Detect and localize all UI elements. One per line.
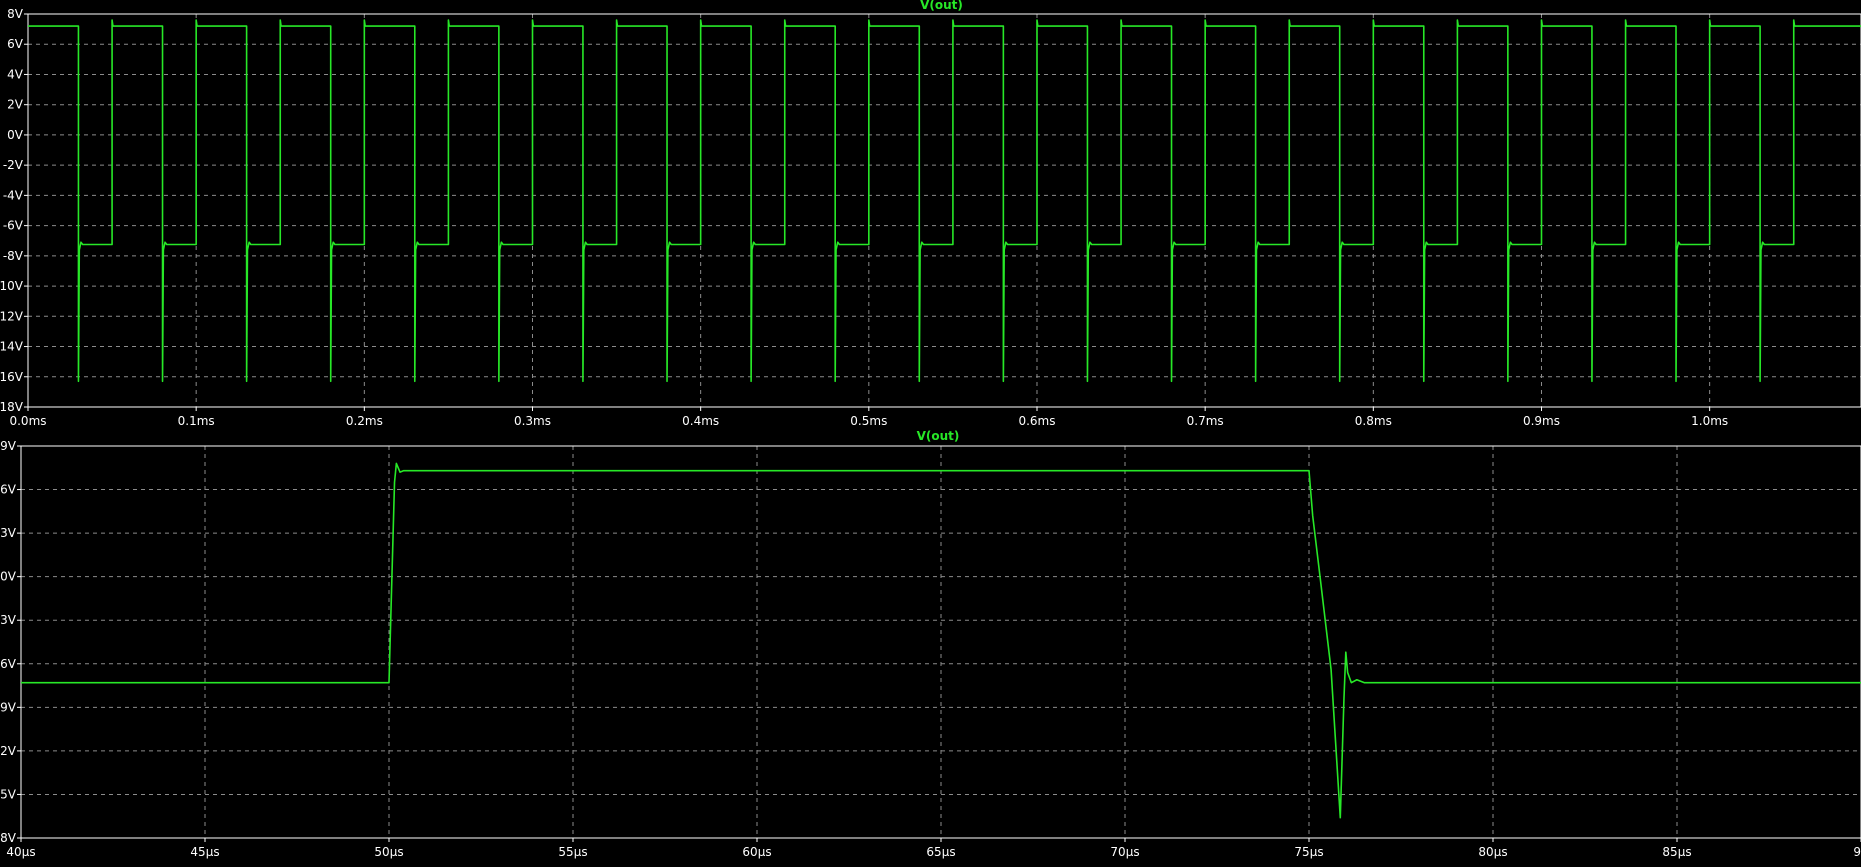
top-plot-y-tick-label: -14V — [0, 340, 24, 354]
bottom-plot-x-tick-label: 65µs — [926, 845, 955, 859]
top-plot-y-tick-label: 8V — [7, 7, 24, 21]
top-plot-x-tick-label: 0.8ms — [1355, 414, 1392, 428]
bottom-plot-y-tick-label: -15V — [0, 787, 17, 801]
top-plot-y-tick-label: -16V — [0, 370, 24, 384]
top-plot-x-tick-label: 0.0ms — [9, 414, 46, 428]
top-plot-title[interactable]: V(out) — [920, 0, 963, 12]
bottom-plot-y-tick-label: 0V — [0, 570, 17, 584]
top-plot-y-tick-label: -6V — [3, 219, 24, 233]
top-plot-y-tick-label: -12V — [0, 309, 24, 323]
top-plot-y-tick-label: -10V — [0, 279, 24, 293]
bottom-plot-y-tick-label: -3V — [0, 613, 17, 627]
bottom-plot-x-tick-label: 55µs — [558, 845, 587, 859]
top-plot-y-tick-label: 6V — [7, 37, 24, 51]
top-plot-x-tick-label: 0.9ms — [1523, 414, 1560, 428]
top-plot-y-tick-label: 2V — [7, 98, 24, 112]
bottom-plot-y-tick-label: 6V — [0, 483, 17, 497]
bottom-plot-title[interactable]: V(out) — [917, 429, 960, 443]
top-plot-y-tick-label: 0V — [7, 128, 24, 142]
bottom-plot-x-tick-label: 40µs — [6, 845, 35, 859]
bottom-plot-y-tick-label: 3V — [0, 526, 17, 540]
top-plot-x-tick-label: 0.5ms — [850, 414, 887, 428]
top-plot-x-tick-label: 0.1ms — [178, 414, 215, 428]
top-plot-y-tick-label: -4V — [3, 188, 24, 202]
bottom-plot-y-tick-label: -6V — [0, 657, 17, 671]
bottom-plot-x-tick-label: 85µs — [1662, 845, 1691, 859]
bottom-plot-y-tick-label: -9V — [0, 700, 17, 714]
bottom-plot-x-tick-label: 60µs — [742, 845, 771, 859]
bottom-plot-x-tick-label: 80µs — [1478, 845, 1507, 859]
top-plot-x-tick-label: 1.0ms — [1691, 414, 1728, 428]
bottom-plot-y-tick-label: 9V — [0, 439, 17, 453]
top-plot-y-tick-label: -8V — [3, 249, 24, 263]
top-plot-y-tick-label: -2V — [3, 158, 24, 172]
waveform-viewer: 0.0ms 0.1ms 0.2ms 0.3ms 0.4ms 0.5ms 0.6ms 0.7ms… — [0, 0, 1861, 867]
top-plot-x-tick-label: 0.2ms — [346, 414, 383, 428]
bottom-plot-y-tick-label: -12V — [0, 744, 17, 758]
bottom-plot-y-tick-label: -18V — [0, 831, 17, 845]
bottom-plot-x-tick-label: 75µs — [1294, 845, 1323, 859]
top-plot-x-tick-label: 0.6ms — [1018, 414, 1055, 428]
bottom-plot-x-tick-label: 90 — [1853, 845, 1861, 859]
top-plot-x-tick-label: 0.7ms — [1187, 414, 1224, 428]
bottom-plot-x-tick-label: 50µs — [374, 845, 403, 859]
bottom-plot-x-tick-label: 45µs — [190, 845, 219, 859]
top-plot-y-tick-label: 4V — [7, 67, 24, 81]
top-plot-x-tick-label: 0.3ms — [514, 414, 551, 428]
bottom-plot-x-tick-label: 70µs — [1110, 845, 1139, 859]
top-plot-y-tick-label: -18V — [0, 400, 24, 414]
top-plot-x-tick-label: 0.4ms — [682, 414, 719, 428]
